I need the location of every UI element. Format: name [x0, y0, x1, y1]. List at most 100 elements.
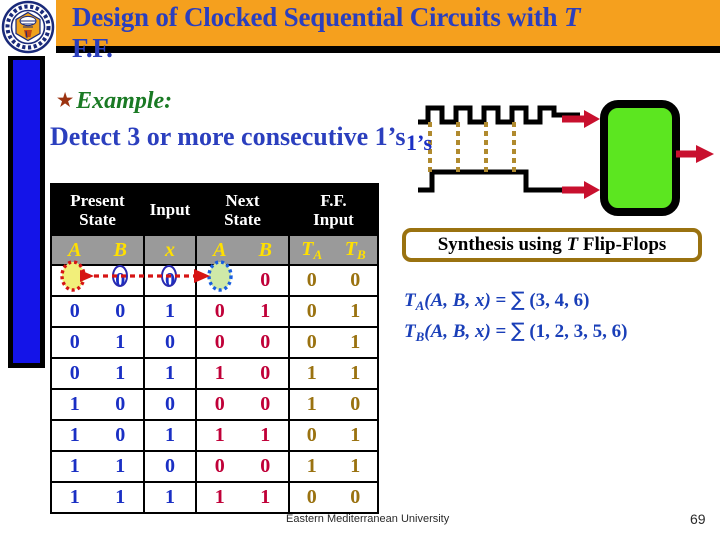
ff-input-equations: TA(A, B, x) = ∑ (3, 4, 6) TB(A, B, x) = … [404, 287, 628, 349]
cell-ff-TA: 0 [306, 300, 317, 322]
equation-TB-fn: T [404, 321, 416, 342]
cell-next-state: 00 [195, 326, 290, 359]
timing-diagram [418, 100, 714, 216]
cell-next-A: 1 [214, 362, 225, 384]
cell-present-A: 0 [69, 300, 80, 322]
cell-next-B: 1 [260, 300, 271, 322]
cell-ff-TB: 0 [350, 486, 361, 508]
page-title-main: Design of Clocked Sequential Circuits wi… [72, 2, 564, 32]
cell-present-A: 1 [69, 486, 80, 508]
cell-next-state: 00 [195, 450, 290, 483]
cell-ff-input: 10 [288, 388, 379, 421]
cell-input-x: 1 [143, 357, 197, 390]
sigma-icon-TB: ∑ [511, 318, 525, 342]
cell-ff-input: 01 [288, 419, 379, 452]
state-transition-table: Present State Input Next State F.F. Inpu… [50, 183, 379, 514]
cell-ff-TB: 0 [350, 393, 361, 415]
cell-present-B: 1 [115, 455, 126, 477]
table-variable-header-row: A B x A B TA TB [50, 234, 379, 266]
cell-next-B: 0 [260, 269, 271, 291]
cell-ff-TB: 1 [350, 455, 361, 477]
var-TA: TA [290, 238, 334, 263]
var-x: x [165, 238, 175, 261]
synthesis-text-before: Synthesis using [437, 234, 567, 255]
emu-university-logo [0, 0, 56, 56]
cell-next-B: 0 [260, 393, 271, 415]
cell-present-B: 0 [115, 393, 126, 415]
cell-present-A: 0 [69, 269, 80, 291]
equation-TB-sub: B [415, 329, 425, 344]
var-TB-sub: B [357, 246, 366, 262]
header-ff-input: F.F. Input [288, 183, 379, 236]
cell-present-B: 0 [115, 269, 126, 291]
cell-ff-TA: 0 [306, 269, 317, 291]
header-input-l1: Input [149, 200, 191, 219]
cell-present-B: 0 [115, 300, 126, 322]
var-B-present: B [113, 238, 127, 261]
cell-ff-input: 11 [288, 357, 379, 390]
cell-next-state: 11 [195, 481, 290, 514]
circuit-block [600, 100, 680, 216]
cell-ff-TB: 0 [350, 269, 361, 291]
cell-input-x: 0 [143, 388, 197, 421]
cell-present-A: 0 [69, 362, 80, 384]
var-TA-sub: A [313, 246, 323, 262]
cell-next-state: 00 [195, 388, 290, 421]
var-header-input: x [143, 234, 197, 266]
synthesis-text-italic: T [566, 234, 579, 255]
cell-present-state: 11 [50, 450, 145, 483]
table-row: 0000000 [50, 264, 379, 297]
var-TA-base: T [301, 237, 314, 260]
header-present-state-l1: Present [70, 190, 125, 210]
cell-present-state: 01 [50, 357, 145, 390]
cell-present-A: 1 [69, 424, 80, 446]
cell-present-state: 11 [50, 481, 145, 514]
cell-ff-TA: 1 [306, 455, 317, 477]
footer-organization: Eastern Mediterranean University [286, 513, 450, 525]
equation-TA-terms: (3, 4, 6) [524, 290, 590, 311]
table-body: 0000000001010101000010111011100001010111… [50, 264, 379, 514]
output-arrow [676, 145, 714, 163]
var-header-ff-input: TA TB [288, 234, 379, 266]
cell-ff-input: 00 [288, 481, 379, 514]
equation-TB-terms: (1, 2, 3, 5, 6) [524, 321, 628, 342]
var-header-next-state: A B [195, 234, 290, 266]
cell-next-state: 01 [195, 295, 290, 328]
var-B-next: B [258, 238, 272, 261]
header-input: Input [143, 183, 197, 236]
cell-present-state: 01 [50, 326, 145, 359]
header-next-state: Next State [195, 183, 290, 236]
clock-waveform [418, 105, 580, 125]
equation-TA-sub: A [415, 298, 425, 313]
cell-next-A: 0 [214, 269, 225, 291]
cell-input-x: 1 [143, 481, 197, 514]
cell-next-state: 00 [195, 264, 290, 297]
page-title-line2: F.F. [72, 33, 113, 63]
equation-TA-fn: T [404, 290, 416, 311]
cell-input-x: 0 [143, 264, 197, 297]
cell-present-state: 10 [50, 388, 145, 421]
cell-ff-TB: 1 [350, 300, 361, 322]
cell-ff-input: 01 [288, 295, 379, 328]
equation-TA-args: (A, B, x) [424, 290, 491, 311]
cell-next-B: 1 [260, 486, 271, 508]
var-A-next: A [213, 238, 227, 261]
cell-present-A: 0 [69, 331, 80, 353]
cell-present-B: 0 [115, 424, 126, 446]
cell-next-state: 10 [195, 357, 290, 390]
cell-next-A: 1 [214, 486, 225, 508]
cell-present-state: 00 [50, 264, 145, 297]
footer-page-number: 69 [690, 511, 706, 527]
cell-next-A: 0 [214, 300, 225, 322]
left-accent-bar [8, 55, 45, 368]
var-TB: TB [334, 238, 378, 263]
cell-ff-input: 11 [288, 450, 379, 483]
cell-ff-TA: 0 [306, 331, 317, 353]
page-title: Design of Clocked Sequential Circuits wi… [72, 2, 712, 64]
header-present-state: Present State [50, 183, 145, 236]
header-ff-input-l1: F.F. [320, 190, 347, 210]
cell-next-B: 0 [260, 455, 271, 477]
example-label: Example: [76, 88, 173, 114]
var-A-present: A [68, 238, 82, 261]
equation-TA: TA(A, B, x) = ∑ (3, 4, 6) [404, 287, 628, 318]
